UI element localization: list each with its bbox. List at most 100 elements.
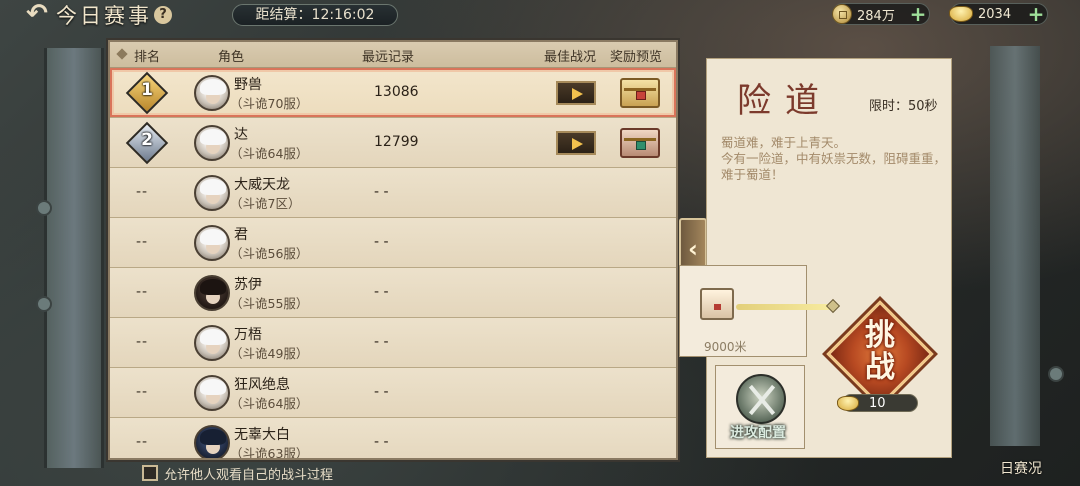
rank-placeholder: --	[136, 434, 149, 450]
progress-reward-box[interactable]: 9000米	[679, 265, 841, 357]
event-title: 险道	[737, 81, 833, 121]
ranking-row[interactable]: 1 野兽 （斗诡70服） 13086	[110, 68, 676, 118]
avatar[interactable]	[194, 275, 230, 311]
player-name: 君	[234, 227, 248, 243]
decorative-pillar	[44, 48, 104, 468]
rank-placeholder: --	[136, 384, 149, 400]
farthest-record: - -	[374, 184, 389, 200]
player-name: 苏伊	[234, 277, 262, 293]
time-limit: 限时：50秒	[869, 99, 938, 114]
avatar[interactable]	[194, 425, 230, 458]
event-description: 蜀道难，难于上青天。 今有一险道，中有妖祟无数，阻碍重重，难于蜀道！	[721, 135, 947, 182]
farthest-record: 13086	[374, 84, 419, 100]
rank-number: 2	[141, 130, 153, 150]
ranking-row[interactable]: -- 苏伊 （斗诡55服） - -	[110, 268, 676, 318]
ranking-row[interactable]: -- 大威天龙 （斗诡7区） - -	[110, 168, 676, 218]
challenge-cost: 10	[837, 394, 918, 412]
ranking-panel: 排名 角色 最远记录 最佳战况 奖励预览 1 野兽 （斗诡70服） 13086 …	[108, 40, 678, 460]
decorative-knob	[1048, 366, 1064, 382]
reward-chest-icon[interactable]	[700, 288, 734, 320]
farthest-record: - -	[374, 334, 389, 350]
col-reward-preview: 奖励预览	[610, 50, 663, 65]
ranking-row[interactable]: -- 无辜大白 （斗诡63服） - -	[110, 418, 676, 460]
player-server: （斗诡63服）	[230, 446, 309, 460]
avatar[interactable]	[194, 225, 230, 261]
allow-watch-label: 允许他人观看自己的战斗过程	[164, 467, 334, 483]
reward-chest-icon[interactable]	[620, 78, 660, 108]
ranking-header: 排名 角色 最远记录 最佳战况 奖励预览	[110, 42, 676, 68]
title-bar: ↶ 今日赛事 ?	[18, 0, 218, 30]
ingot-counter: 2034 +	[949, 2, 1048, 26]
player-name: 无辜大白	[234, 427, 290, 443]
gold-ingot-icon	[949, 6, 973, 22]
add-coin-button[interactable]: +	[907, 2, 929, 26]
allow-watch-checkbox[interactable]	[142, 465, 158, 481]
challenge-button[interactable]: 挑战	[826, 300, 934, 408]
col-role: 角色	[218, 50, 245, 65]
avatar[interactable]	[194, 75, 230, 111]
farthest-record: 12799	[374, 134, 419, 150]
player-server: （斗诡64服）	[230, 146, 309, 161]
player-name: 狂风绝息	[234, 377, 290, 393]
ranking-row[interactable]: -- 狂风绝息 （斗诡64服） - -	[110, 368, 676, 418]
help-icon[interactable]: ?	[154, 6, 172, 24]
rank-placeholder: --	[136, 184, 149, 200]
farthest-record: - -	[374, 284, 389, 300]
player-server: （斗诡64服）	[230, 396, 309, 411]
col-best-battle: 最佳战况	[544, 50, 597, 65]
player-server: （斗诡56服）	[230, 246, 309, 261]
player-server: （斗诡49服）	[230, 346, 309, 361]
coin-value: 284万	[857, 8, 895, 24]
lineup-config-box[interactable]: 进攻配置	[715, 365, 805, 449]
decorative-knob	[36, 200, 52, 216]
farthest-record: - -	[374, 384, 389, 400]
rank-placeholder: --	[136, 334, 149, 350]
avatar[interactable]	[194, 325, 230, 361]
distance-progress-bar	[736, 304, 832, 310]
crossed-swords-icon[interactable]	[736, 374, 786, 424]
back-arrow-icon[interactable]: ↶	[18, 1, 56, 29]
settlement-countdown: 距结算：12:16:02	[232, 4, 398, 26]
daily-status-button[interactable]: 日赛况	[1000, 458, 1042, 478]
player-server: （斗诡55服）	[230, 296, 309, 311]
diamond-icon	[116, 48, 128, 60]
player-name: 大威天龙	[234, 177, 290, 193]
avatar[interactable]	[194, 125, 230, 161]
col-record: 最远记录	[362, 50, 415, 65]
coin-icon	[832, 4, 852, 24]
player-server: （斗诡7区）	[230, 196, 301, 211]
add-ingot-button[interactable]: +	[1025, 2, 1047, 26]
ingot-value: 2034	[978, 6, 1012, 22]
distance-label: 9000米	[704, 340, 747, 354]
progress-fill	[736, 304, 832, 310]
ranking-list: 1 野兽 （斗诡70服） 13086 2 达 （斗诡64服） 12799 -- …	[110, 68, 676, 460]
rank-placeholder: --	[136, 284, 149, 300]
replay-play-button[interactable]	[556, 81, 596, 105]
farthest-record: - -	[374, 234, 389, 250]
rank-placeholder: --	[136, 234, 149, 250]
decorative-knob	[36, 296, 52, 312]
ranking-row[interactable]: -- 君 （斗诡56服） - -	[110, 218, 676, 268]
lineup-config-label: 进攻配置	[730, 425, 786, 441]
player-server: （斗诡70服）	[230, 96, 309, 111]
rank-number: 1	[141, 80, 153, 100]
ranking-row[interactable]: 2 达 （斗诡64服） 12799	[110, 118, 676, 168]
challenge-cost-value: 10	[869, 395, 886, 411]
reward-chest-icon[interactable]	[620, 128, 660, 158]
col-rank: 排名	[134, 50, 161, 65]
farthest-record: - -	[374, 434, 389, 450]
coin-counter: 284万 +	[832, 2, 930, 26]
avatar[interactable]	[194, 375, 230, 411]
challenge-label: 挑战	[865, 318, 895, 385]
replay-play-button[interactable]	[556, 131, 596, 155]
page-title: 今日赛事	[56, 4, 152, 28]
ranking-row[interactable]: -- 万梧 （斗诡49服） - -	[110, 318, 676, 368]
allow-watch-option[interactable]: 允许他人观看自己的战斗过程	[142, 463, 333, 483]
player-name: 万梧	[234, 327, 262, 343]
decorative-pillar	[990, 46, 1040, 446]
gold-ingot-icon	[837, 395, 859, 411]
player-name: 野兽	[234, 77, 262, 93]
player-name: 达	[234, 127, 248, 143]
top-bar: ↶ 今日赛事 ? 距结算：12:16:02 284万 + 2034 +	[0, 0, 1080, 30]
avatar[interactable]	[194, 175, 230, 211]
